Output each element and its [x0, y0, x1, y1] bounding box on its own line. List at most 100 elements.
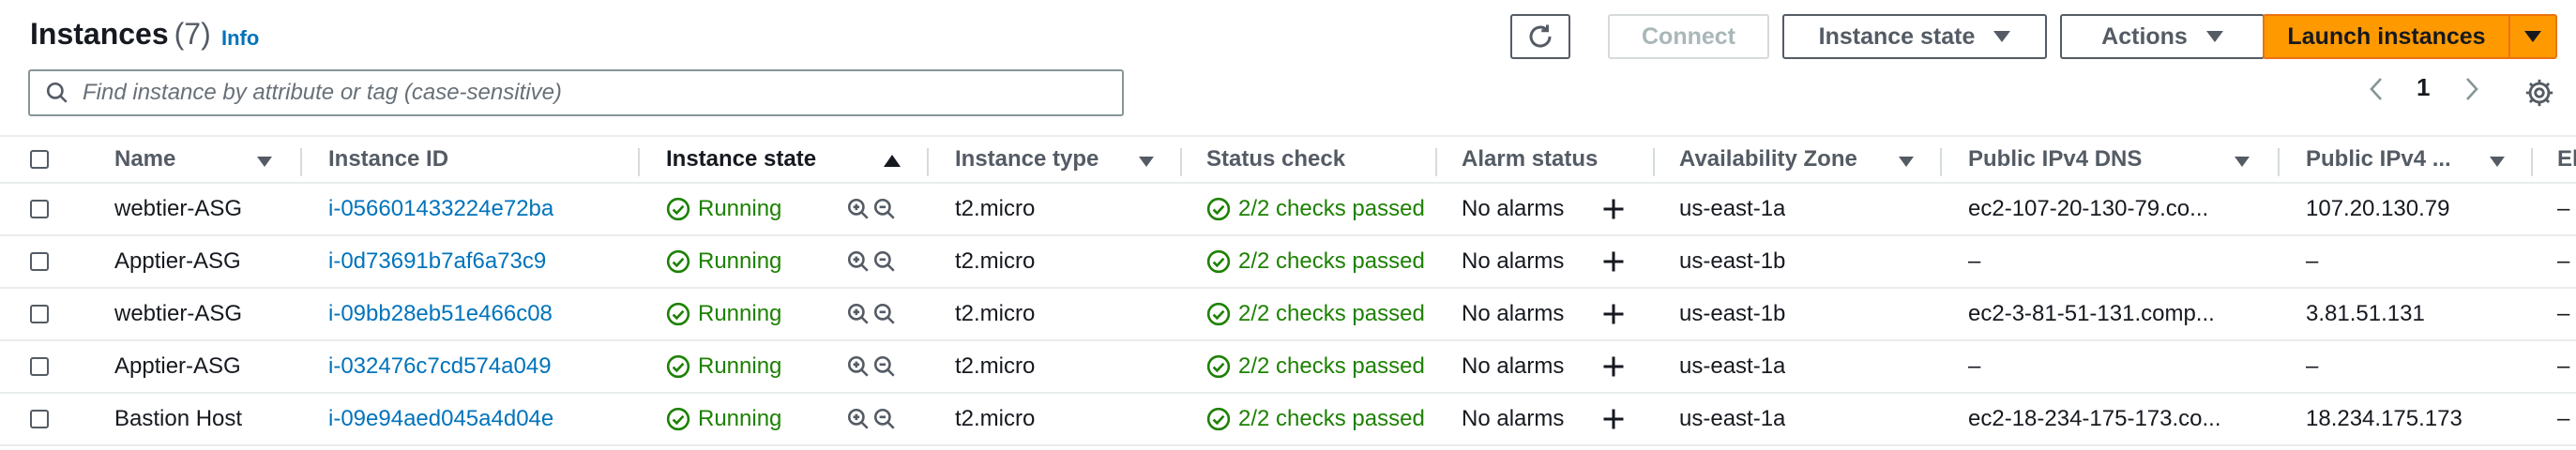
add-alarm-button[interactable]: [1600, 394, 1627, 444]
row-checkbox[interactable]: [30, 410, 49, 428]
row-checkbox[interactable]: [30, 305, 49, 323]
column-divider[interactable]: [1180, 148, 1182, 176]
status-check[interactable]: 2/2 checks passed: [1206, 289, 1425, 339]
column-divider[interactable]: [638, 148, 640, 176]
table-row[interactable]: webtier-ASG i-09bb28eb51e466c08 Running …: [0, 289, 2576, 341]
zoom-in-icon[interactable]: [846, 197, 871, 221]
info-link[interactable]: Info: [221, 26, 259, 51]
column-header-instance-id[interactable]: Instance ID: [328, 137, 448, 182]
zoom-out-icon[interactable]: [872, 302, 897, 326]
search-field[interactable]: [28, 69, 1124, 116]
add-icon: [1603, 199, 1624, 219]
zoom-out-icon[interactable]: [872, 407, 897, 431]
alarm-status: No alarms: [1462, 353, 1565, 379]
zoom-in-icon[interactable]: [846, 354, 871, 379]
table-row[interactable]: webtier-ASG i-056601433224e72ba Running …: [0, 184, 2576, 236]
caret-down-icon: [1993, 31, 2011, 42]
alarm-status: No alarms: [1462, 406, 1565, 431]
page-title-text: Instances: [30, 17, 169, 51]
column-divider[interactable]: [1435, 148, 1437, 176]
zoom-out-icon[interactable]: [872, 249, 897, 274]
sort-icon[interactable]: [1899, 157, 1914, 167]
sort-icon[interactable]: [257, 157, 272, 167]
add-alarm-button[interactable]: [1600, 184, 1627, 234]
launch-instances-dropdown[interactable]: [2508, 14, 2557, 59]
availability-zone: us-east-1a: [1679, 196, 1786, 221]
availability-zone: us-east-1a: [1679, 353, 1786, 379]
column-header-public-dns[interactable]: Public IPv4 DNS: [1968, 137, 2142, 182]
column-header-instance-type[interactable]: Instance type: [955, 137, 1099, 182]
column-divider[interactable]: [1653, 148, 1655, 176]
instance-id-link[interactable]: i-056601433224e72ba: [328, 184, 553, 234]
public-dns: ec2-107-20-130-79.co...: [1968, 196, 2209, 221]
row-checkbox[interactable]: [30, 252, 49, 271]
sort-icon[interactable]: [1139, 157, 1154, 167]
search-icon: [46, 82, 68, 103]
instance-state-dropdown[interactable]: Instance state: [1782, 14, 2047, 59]
add-alarm-button[interactable]: [1600, 289, 1627, 339]
zoom-in-icon[interactable]: [846, 249, 871, 274]
instance-state: Running: [666, 236, 781, 287]
alarm-status: No alarms: [1462, 301, 1565, 326]
instance-state: Running: [666, 289, 781, 339]
settings-icon[interactable]: [2523, 77, 2555, 109]
column-header-name[interactable]: Name: [114, 137, 175, 182]
check-circle-icon: [1206, 354, 1231, 379]
instance-name: webtier-ASG: [114, 301, 243, 326]
column-header-public-ip[interactable]: Public IPv4 ...: [2306, 137, 2451, 182]
column-header-alarm-status[interactable]: Alarm status: [1462, 137, 1598, 182]
instance-id-link[interactable]: i-09bb28eb51e466c08: [328, 289, 553, 339]
column-header-availability-zone[interactable]: Availability Zone: [1679, 137, 1857, 182]
chevron-right-icon[interactable]: [2460, 75, 2482, 103]
column-divider[interactable]: [927, 148, 929, 176]
table-row[interactable]: Apptier-ASG i-032476c7cd574a049 Running …: [0, 341, 2576, 394]
status-check-text: 2/2 checks passed: [1238, 248, 1425, 274]
connect-button[interactable]: Connect: [1608, 14, 1769, 59]
search-input[interactable]: [81, 79, 1098, 107]
column-divider[interactable]: [300, 148, 302, 176]
table-row[interactable]: Apptier-ASG i-0d73691b7af6a73c9 Running …: [0, 236, 2576, 289]
sort-icon[interactable]: [2490, 157, 2505, 167]
status-check[interactable]: 2/2 checks passed: [1206, 184, 1425, 234]
column-divider[interactable]: [2278, 148, 2280, 176]
instance-state-text: Running: [698, 248, 782, 274]
instance-state: Running: [666, 394, 781, 444]
instance-id-link[interactable]: i-09e94aed045a4d04e: [328, 394, 553, 444]
column-divider[interactable]: [1940, 148, 1942, 176]
status-check[interactable]: 2/2 checks passed: [1206, 341, 1425, 392]
page-number[interactable]: 1: [2417, 73, 2430, 102]
row-checkbox[interactable]: [30, 200, 49, 218]
elastic-ip: –: [2557, 248, 2570, 274]
instance-id-link[interactable]: i-0d73691b7af6a73c9: [328, 236, 546, 287]
zoom-in-icon[interactable]: [846, 407, 871, 431]
launch-instances-button[interactable]: Launch instances: [2263, 14, 2510, 59]
availability-zone: us-east-1b: [1679, 301, 1786, 326]
column-header-status-check[interactable]: Status check: [1206, 137, 1345, 182]
zoom-controls: [846, 236, 897, 287]
table-row[interactable]: Bastion Host i-09e94aed045a4d04e Running…: [0, 394, 2576, 446]
add-alarm-button[interactable]: [1600, 341, 1627, 392]
row-checkbox[interactable]: [30, 357, 49, 376]
zoom-in-icon[interactable]: [846, 302, 871, 326]
public-dns: ec2-3-81-51-131.comp...: [1968, 301, 2215, 326]
instance-id-link[interactable]: i-032476c7cd574a049: [328, 341, 552, 392]
actions-dropdown[interactable]: Actions: [2060, 14, 2265, 59]
sort-icon[interactable]: [2235, 157, 2250, 167]
chevron-left-icon[interactable]: [2366, 75, 2388, 103]
refresh-button[interactable]: [1510, 14, 1570, 59]
status-check[interactable]: 2/2 checks passed: [1206, 236, 1425, 287]
column-header-instance-state[interactable]: Instance state: [666, 137, 816, 182]
select-all-checkbox[interactable]: [30, 150, 49, 169]
column-divider[interactable]: [2531, 148, 2533, 176]
column-header-label: Instance ID: [328, 146, 449, 172]
sort-icon[interactable]: [884, 155, 901, 167]
column-header-elastic[interactable]: El: [2557, 137, 2576, 182]
instance-type: t2.micro: [955, 406, 1036, 431]
check-circle-icon: [1206, 407, 1231, 431]
add-alarm-button[interactable]: [1600, 236, 1627, 287]
status-check[interactable]: 2/2 checks passed: [1206, 394, 1425, 444]
connect-label: Connect: [1642, 22, 1735, 50]
check-circle-icon: [666, 302, 690, 326]
zoom-out-icon[interactable]: [872, 197, 897, 221]
zoom-out-icon[interactable]: [872, 354, 897, 379]
